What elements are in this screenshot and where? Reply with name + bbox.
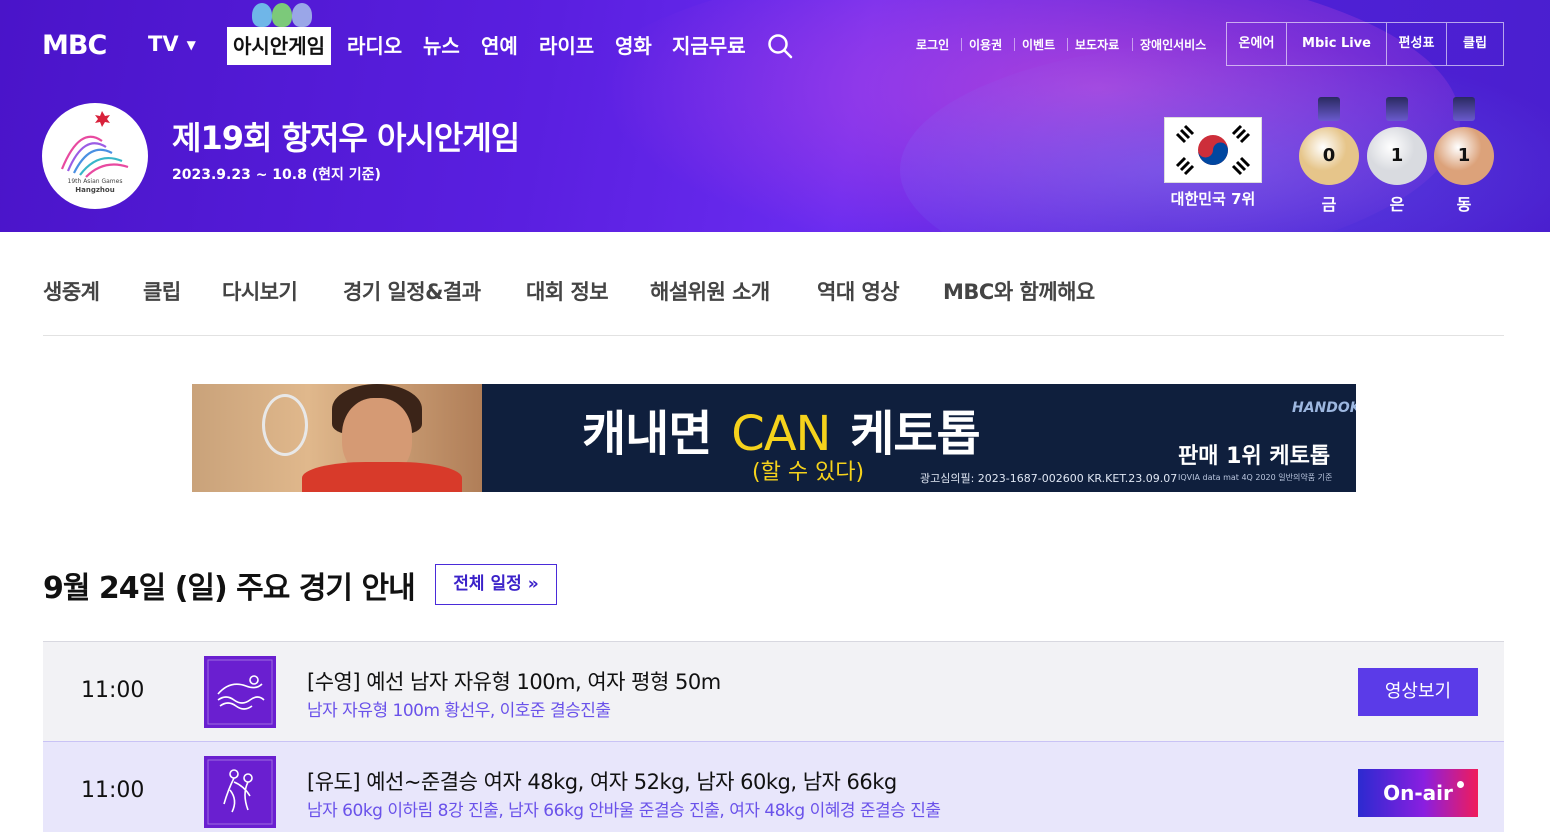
schedule-row: 11:00 [수영] 예선 남자 자유형 100m, 여자 평형 50m 남자 …	[43, 641, 1504, 741]
ribbon-icon	[1318, 97, 1340, 121]
nav-movie[interactable]: 영화	[615, 27, 652, 65]
bronze-medal-count: 1	[1434, 127, 1494, 185]
mbc-logo[interactable]: MBC	[42, 30, 107, 61]
full-schedule-button[interactable]: 전체 일정 »	[435, 564, 557, 605]
search-icon[interactable]	[766, 32, 794, 60]
ad-registration: 광고심의필: 2023-1687-002600 KR.KET.23.09.07	[920, 472, 1178, 485]
mbic-live-link[interactable]: Mbic Live	[1287, 23, 1387, 65]
clip-link[interactable]: 클립	[1447, 23, 1503, 65]
accessibility-link[interactable]: 장애인서비스	[1140, 36, 1206, 53]
match-time: 11:00	[81, 778, 145, 803]
subnav-with-mbc[interactable]: MBC와 함께해요	[943, 276, 1095, 306]
schedule-link[interactable]: 편성표	[1387, 23, 1447, 65]
on-air-label: On-air	[1383, 781, 1453, 805]
nav-asian-games[interactable]: 아시안게임	[227, 27, 331, 65]
tv-menu-label: TV	[148, 32, 179, 56]
subnav-clip[interactable]: 클립	[143, 276, 181, 306]
gold-medal-count: 0	[1299, 127, 1359, 185]
hero-banner: MBC TV ▼ 아시안게임 라디오 뉴스 연예 라이프 영화 지금무료 로그인 …	[0, 0, 1550, 232]
subnav-event-info[interactable]: 대회 정보	[526, 276, 609, 306]
sub-navigation: 생중계 클립 다시보기 경기 일정&결과 대회 정보 해설위원 소개 역대 영상…	[43, 232, 1504, 336]
event-date: 2023.9.23 ~ 10.8 (현지 기준)	[172, 167, 381, 183]
subnav-schedule-results[interactable]: 경기 일정&결과	[343, 276, 481, 306]
nav-radio[interactable]: 라디오	[347, 27, 402, 65]
ribbon-icon	[1386, 97, 1408, 121]
badminton-racket-icon	[262, 394, 308, 456]
subnav-commentators[interactable]: 해설위원 소개	[650, 276, 770, 306]
svg-text:Hangzhou: Hangzhou	[75, 186, 114, 194]
subnav-replay[interactable]: 다시보기	[222, 276, 298, 306]
match-time: 11:00	[81, 678, 145, 703]
ad-subheadline: (할 수 있다)	[752, 460, 865, 485]
mascots-icon	[252, 3, 312, 29]
event-link[interactable]: 이벤트	[1022, 36, 1055, 53]
judo-icon	[204, 756, 276, 828]
asian-games-logo: 19th Asian Games Hangzhou	[42, 103, 148, 209]
pass-link[interactable]: 이용권	[969, 36, 1002, 53]
advertisement-banner[interactable]: 캐내면 CAN 케토톱 (할 수 있다) 광고심의필: 2023-1687-00…	[192, 384, 1356, 492]
match-title: [유도] 예선~준결승 여자 48kg, 여자 52kg, 남자 60kg, 남…	[307, 770, 897, 794]
schedule-section-title: 9월 24일 (일) 주요 경기 안내	[43, 571, 416, 606]
on-air-button[interactable]: On-air	[1358, 769, 1478, 817]
tv-menu[interactable]: TV ▼	[148, 32, 196, 56]
country-rank: 대한민국 7위	[1170, 190, 1256, 208]
bronze-medal-label: 동	[1456, 195, 1472, 214]
ribbon-icon	[1453, 97, 1475, 121]
top-navigation: MBC TV ▼ 아시안게임 라디오 뉴스 연예 라이프 영화 지금무료 로그인 …	[0, 0, 1550, 90]
subnav-past-videos[interactable]: 역대 영상	[817, 276, 900, 306]
nav-entertainment[interactable]: 연예	[481, 27, 518, 65]
match-result: 남자 60kg 이하림 8강 진출, 남자 66kg 안바울 준결승 진출, 여…	[307, 801, 941, 821]
ad-rank-claim: 판매 1위 케토톱	[1178, 444, 1331, 469]
ad-brand-logo: HANDOK	[1292, 400, 1356, 416]
nav-news[interactable]: 뉴스	[423, 27, 460, 65]
ad-footnote: IQVIA data mat 4Q 2020 일반의약품 기준	[1178, 473, 1333, 482]
korea-flag-icon	[1164, 117, 1262, 183]
gold-medal-label: 금	[1321, 195, 1337, 214]
press-link[interactable]: 보도자료	[1075, 36, 1119, 53]
match-title: [수영] 예선 남자 자유형 100m, 여자 평형 50m	[307, 670, 721, 694]
onair-link[interactable]: 온에어	[1227, 23, 1287, 65]
event-title: 제19회 항저우 아시안게임	[172, 119, 520, 157]
schedule-row: 11:00 [유도] 예선~준결승 여자 48kg, 여자 52kg, 남자 6…	[43, 741, 1504, 832]
asian-games-emblem-icon: 19th Asian Games Hangzhou	[60, 111, 129, 194]
watch-video-button[interactable]: 영상보기	[1358, 668, 1478, 716]
match-result: 남자 자유형 100m 황선우, 이호준 결승진출	[307, 701, 611, 721]
quick-links: 온에어 Mbic Live 편성표 클립	[1226, 22, 1504, 66]
caret-down-icon: ▼	[186, 38, 196, 52]
login-link[interactable]: 로그인	[916, 36, 949, 53]
nav-free-now[interactable]: 지금무료	[672, 27, 746, 65]
svg-text:19th Asian Games: 19th Asian Games	[68, 178, 123, 185]
live-dot-icon	[1457, 781, 1464, 788]
nav-life[interactable]: 라이프	[539, 27, 594, 65]
swimming-icon	[204, 656, 276, 728]
silver-medal-label: 은	[1389, 195, 1405, 214]
subnav-live[interactable]: 생중계	[43, 276, 100, 306]
silver-medal-count: 1	[1367, 127, 1427, 185]
